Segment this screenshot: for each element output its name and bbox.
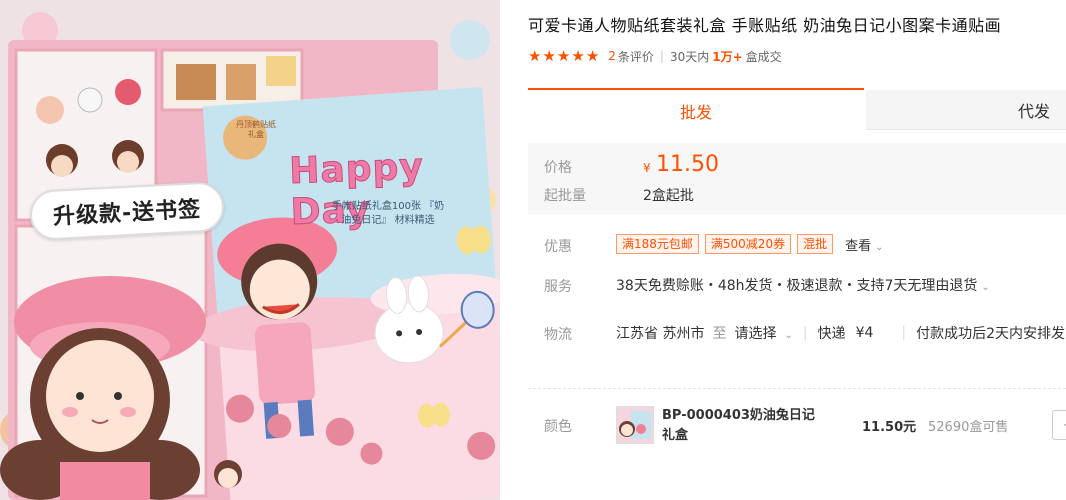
moq-value: 2盒起批 [643,188,694,204]
service-label: 服务 [544,279,572,295]
coupon-mixed-batch[interactable]: 混批 [797,234,834,254]
purchase-mode-tabs: 批发 代发 [528,88,1066,132]
logistics-label: 物流 [544,327,572,343]
logistics-row: 江苏省 苏州市 至 请选择 ⌄ | 快递 ¥4 | 付款成功后2天内安排发货 [616,323,1066,343]
coupon-free-shipping[interactable]: 满188元包邮 [616,234,699,254]
service-info[interactable]: 38天免费赊账・48h发货・极速退款・支持7天无理由退货 ⌄ [616,275,990,295]
destination-value: 请选择 [734,326,777,342]
sku-color-label: 颜色 [544,419,572,435]
chevron-down-icon: ⌄ [875,241,884,253]
star-icon: ★ [528,46,542,65]
sales-period: 30天内 [669,49,710,64]
separator: | [659,49,664,63]
price-currency: ¥ [643,161,651,175]
price-label: 价格 [544,160,572,176]
moq-label: 起批量 [544,188,586,204]
separator: | [901,325,907,341]
tab-wholesale[interactable]: 批发 [528,88,864,132]
tab-dropship[interactable]: 代发 [866,90,1066,130]
price-value: 11.50 [656,152,719,177]
ship-to-label: 至 [712,326,727,342]
separator: | [802,325,808,341]
quantity-decrease-button[interactable]: - [1052,410,1066,440]
coupon-discount[interactable]: 满500减20券 [704,234,792,254]
sku-stock: 52690盒可售 [928,420,1009,435]
shipping-note: 付款成功后2天内安排发货 [916,326,1066,342]
star-icon: ★ [571,46,585,65]
star-icon: ★ [542,46,556,65]
rating-stars: ★ ★ ★ ★ ★ [528,46,600,65]
chevron-down-icon: ⌄ [784,330,793,341]
product-photo [0,0,500,500]
sku-price: 11.50元 [862,420,917,435]
promotions-label: 优惠 [544,239,572,255]
sku-thumbnail[interactable] [616,406,654,444]
star-icon: ★ [556,46,571,65]
carrier: 快递 [817,326,846,342]
rating-row: ★ ★ ★ ★ ★ 2 条评价 | 30天内 1万+ 盒成交 [528,46,782,66]
sales-count: 1万+ [712,49,743,64]
ship-origin: 江苏省 苏州市 [616,326,705,342]
cover-subtitle: 手帐贴纸礼盒100张 『奶油兔日记』 材料精选 [331,201,445,226]
product-image[interactable]: 丹顶鹤贴纸礼盒 Happy Day 手帐贴纸礼盒100张 『奶油兔日记』 材料精… [0,0,500,500]
sku-thumbnail-image [617,407,653,443]
sku-name: BP-0000403奶油兔日记礼盒 [662,408,815,443]
product-title: 可爱卡通人物贴纸套装礼盒 手账贴纸 奶油兔日记小图案卡通贴画 [528,16,1002,35]
review-suffix[interactable]: 条评价 [618,48,654,65]
star-icon: ★ [585,46,600,65]
price-box: 价格 ¥ 11.50 起批量 2盒起批 [528,143,1066,215]
review-count[interactable]: 2 [608,49,616,63]
shipping-fee: ¥4 [855,325,874,341]
view-promotions-link[interactable]: 查看 ⌄ [845,235,883,254]
cover-badge-text: 丹顶鹤贴纸礼盒 [236,120,276,139]
coupon-list: 满188元包邮 满500减20券 混批 查看 ⌄ [616,234,884,254]
sales-suffix: 盒成交 [745,49,782,64]
view-label: 查看 [845,238,872,254]
chevron-down-icon: ⌄ [981,282,990,293]
service-text: 38天免费赊账・48h发货・极速退款・支持7天无理由退货 [616,278,978,294]
destination-select[interactable]: 请选择 ⌄ [734,323,792,343]
divider [528,388,1066,389]
upgrade-sticker-tag: 升级款-送书签 [28,180,226,242]
